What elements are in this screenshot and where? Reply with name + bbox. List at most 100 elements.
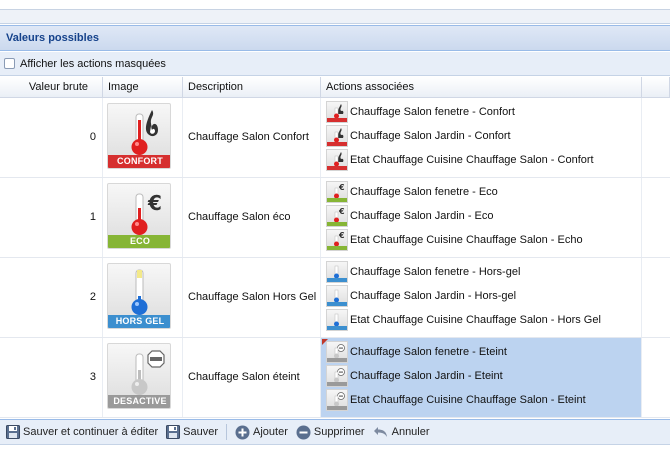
action-label: Chauffage Salon Jardin - Hors-gel <box>350 290 517 302</box>
add-button[interactable]: Ajouter <box>235 425 288 440</box>
action-label: Etat Chauffage Cuisine Chauffage Salon -… <box>350 234 583 246</box>
column-header-image[interactable]: Image <box>103 77 183 98</box>
action-item[interactable]: Etat Chauffage Cuisine Chauffage Salon -… <box>326 308 641 332</box>
bottom-toolbar: Sauver et continuer à éditer Sauver Ajou… <box>0 419 670 445</box>
cancel-button[interactable]: Annuler <box>373 425 430 439</box>
cell-description: Chauffage Salon éco <box>183 178 321 257</box>
delete-label: Supprimer <box>313 426 365 438</box>
confort-mini-icon <box>326 101 348 123</box>
action-item[interactable]: Chauffage Salon Jardin - Hors-gel <box>326 284 641 308</box>
eco-mini-icon: € <box>326 181 348 203</box>
cell-description: Chauffage Salon éteint <box>183 338 321 417</box>
show-hidden-checkbox[interactable] <box>4 58 15 69</box>
page-footer-area <box>0 446 670 472</box>
action-label: Etat Chauffage Cuisine Chauffage Salon -… <box>350 394 586 406</box>
action-label: Chauffage Salon fenetre - Hors-gel <box>350 266 521 278</box>
save-continue-button[interactable]: Sauver et continuer à éditer <box>6 425 158 439</box>
table-row[interactable]: 0 CONFORT Chauffage Salon Confort Chauff… <box>0 98 670 178</box>
confort-thermometer-icon: CONFORT <box>107 103 171 169</box>
undo-arrow-icon <box>373 425 389 439</box>
cell-actions: Chauffage Salon fenetre - Confort Chauff… <box>321 98 642 177</box>
action-item[interactable]: Chauffage Salon fenetre - Eteint <box>326 340 641 364</box>
toolbar-separator <box>226 424 227 440</box>
plus-circle-icon <box>235 425 250 440</box>
table-row[interactable]: 2 HORS GEL Chauffage Salon Hors Gel Chau… <box>0 258 670 338</box>
column-header-value[interactable]: Valeur brute <box>0 77 103 98</box>
svg-text:€: € <box>147 191 162 215</box>
cell-actions: € Chauffage Salon fenetre - Eco € Chauff… <box>321 178 642 257</box>
grid-body: 0 CONFORT Chauffage Salon Confort Chauff… <box>0 98 670 418</box>
cell-description: Chauffage Salon Hors Gel <box>183 258 321 337</box>
cancel-label: Annuler <box>391 426 430 438</box>
action-item[interactable]: € Chauffage Salon Jardin - Eco <box>326 204 641 228</box>
cell-value: 2 <box>0 258 103 337</box>
panel-title: Valeurs possibles <box>0 25 670 51</box>
frost-mini-icon <box>326 285 348 307</box>
svg-text:€: € <box>338 183 345 192</box>
stop-mini-icon <box>326 341 348 363</box>
confort-mini-icon <box>326 125 348 147</box>
dirty-cell-marker <box>322 339 328 345</box>
save-continue-label: Sauver et continuer à éditer <box>23 426 159 438</box>
svg-text:€: € <box>338 207 345 216</box>
action-label: Chauffage Salon fenetre - Eco <box>350 186 498 198</box>
eco-mini-icon: € <box>326 229 348 251</box>
delete-button[interactable]: Supprimer <box>296 425 365 440</box>
confort-mini-icon <box>326 149 348 171</box>
cell-actions: Chauffage Salon fenetre - Hors-gel Chauf… <box>321 258 642 337</box>
cell-value: 1 <box>0 178 103 257</box>
top-bar <box>0 0 670 10</box>
action-item[interactable]: Chauffage Salon fenetre - Confort <box>326 100 641 124</box>
frost-mini-icon <box>326 309 348 331</box>
top-toolbar: Afficher les actions masquées <box>0 52 670 76</box>
action-label: Etat Chauffage Cuisine Chauffage Salon -… <box>350 154 594 166</box>
table-row[interactable]: 1 € ECO Chauffage Salon éco € Chauffage … <box>0 178 670 258</box>
floppy-disk-icon <box>6 425 20 439</box>
show-hidden-label[interactable]: Afficher les actions masquées <box>20 58 166 70</box>
svg-text:€: € <box>338 231 345 240</box>
column-header-filler <box>642 77 670 98</box>
badge-label: CONFORT <box>108 155 170 168</box>
action-item[interactable]: Etat Chauffage Cuisine Chauffage Salon -… <box>326 148 641 172</box>
eco-thermometer-icon: € ECO <box>107 183 171 249</box>
action-label: Chauffage Salon Jardin - Confort <box>350 130 511 142</box>
cell-image: HORS GEL <box>103 258 183 337</box>
save-button[interactable]: Sauver <box>166 425 218 439</box>
minus-circle-icon <box>296 425 311 440</box>
top-strip <box>0 10 670 24</box>
stop-thermometer-icon: DESACTIVE <box>107 343 171 409</box>
grid-header: Valeur brute Image Description Actions a… <box>0 77 670 98</box>
cell-image: CONFORT <box>103 98 183 177</box>
cell-description: Chauffage Salon Confort <box>183 98 321 177</box>
floppy-disk-icon <box>166 425 181 439</box>
column-header-actions[interactable]: Actions associées <box>321 77 642 98</box>
eco-mini-icon: € <box>326 205 348 227</box>
frost-mini-icon <box>326 261 348 283</box>
column-header-description[interactable]: Description <box>183 77 321 98</box>
action-label: Chauffage Salon Jardin - Eteint <box>350 370 503 382</box>
action-item[interactable]: Etat Chauffage Cuisine Chauffage Salon -… <box>326 388 641 412</box>
stop-mini-icon <box>326 389 348 411</box>
cell-image: € ECO <box>103 178 183 257</box>
cell-value: 0 <box>0 98 103 177</box>
badge-label: ECO <box>108 235 170 248</box>
action-item[interactable]: € Etat Chauffage Cuisine Chauffage Salon… <box>326 228 641 252</box>
table-row[interactable]: 3 DESACTIVE Chauffage Salon éteint Chauf… <box>0 338 670 418</box>
stop-mini-icon <box>326 365 348 387</box>
cell-actions: Chauffage Salon fenetre - Eteint Chauffa… <box>321 338 642 417</box>
add-label: Ajouter <box>253 426 288 438</box>
action-label: Chauffage Salon fenetre - Confort <box>350 106 515 118</box>
save-label: Sauver <box>183 426 218 438</box>
action-item[interactable]: € Chauffage Salon fenetre - Eco <box>326 180 641 204</box>
action-label: Chauffage Salon fenetre - Eteint <box>350 346 507 358</box>
badge-label: HORS GEL <box>108 315 170 328</box>
action-item[interactable]: Chauffage Salon fenetre - Hors-gel <box>326 260 641 284</box>
frost-thermometer-icon: HORS GEL <box>107 263 171 329</box>
cell-value: 3 <box>0 338 103 417</box>
badge-label: DESACTIVE <box>108 395 170 408</box>
action-item[interactable]: Chauffage Salon Jardin - Confort <box>326 124 641 148</box>
action-label: Chauffage Salon Jardin - Eco <box>350 210 494 222</box>
action-label: Etat Chauffage Cuisine Chauffage Salon -… <box>350 314 601 326</box>
action-item[interactable]: Chauffage Salon Jardin - Eteint <box>326 364 641 388</box>
cell-image: DESACTIVE <box>103 338 183 417</box>
